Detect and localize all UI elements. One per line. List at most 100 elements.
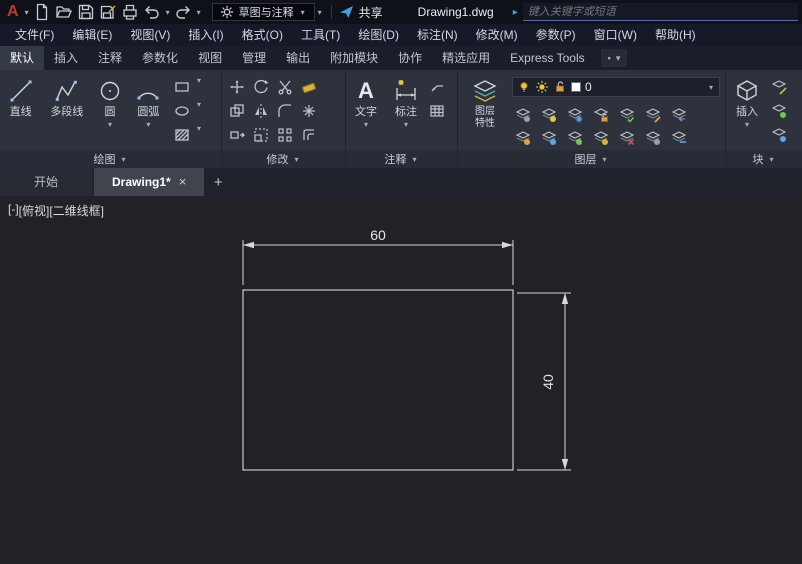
menu-file[interactable]: 文件(F) — [6, 24, 63, 46]
width-dimension[interactable]: 60 — [242, 227, 514, 285]
circle-tool[interactable]: 圆 ▾ — [92, 70, 127, 150]
menu-tools[interactable]: 工具(T) — [292, 24, 349, 46]
ribbon-tab-view[interactable]: 视图 — [188, 46, 232, 70]
layer-fade-icon[interactable] — [668, 127, 690, 149]
block-attribute-icon[interactable] — [768, 124, 790, 146]
ribbon-tab-parametric[interactable]: 参数化 — [132, 46, 188, 70]
start-tab[interactable]: 开始 — [0, 168, 93, 196]
rectangle-caret-icon[interactable]: ▾ — [195, 76, 219, 100]
layer-merge-icon[interactable] — [590, 127, 612, 149]
ribbon-tab-express[interactable]: Express Tools — [500, 46, 594, 70]
layer-freeze-icon[interactable] — [564, 104, 586, 126]
layer-select-dropdown[interactable]: 0 ▾ — [512, 77, 720, 97]
insert-block-tool[interactable]: 插入 ▾ — [726, 70, 768, 150]
rotate-icon[interactable] — [250, 76, 272, 98]
menu-dimension[interactable]: 标注(N) — [408, 24, 467, 46]
block-define-icon[interactable] — [768, 100, 790, 122]
offset-icon[interactable] — [298, 124, 320, 146]
search-arrow-icon[interactable]: ▸ — [513, 7, 518, 18]
close-tab-icon[interactable]: × — [179, 168, 187, 196]
save-as-button[interactable] — [98, 2, 119, 22]
text-tool[interactable]: A 文字 ▾ — [346, 70, 386, 150]
layer-unlock-icon[interactable] — [512, 127, 534, 149]
fillet-icon[interactable] — [274, 100, 296, 122]
stretch-icon[interactable] — [226, 124, 248, 146]
layer-off-icon[interactable] — [512, 104, 534, 126]
mirror-icon[interactable] — [250, 100, 272, 122]
layer-isolate-icon[interactable] — [538, 104, 560, 126]
model-space-drawing[interactable]: 60 40 — [0, 196, 802, 564]
menu-format[interactable]: 格式(O) — [233, 24, 292, 46]
layer-thaw-icon[interactable] — [564, 127, 586, 149]
ribbon-tab-output[interactable]: 输出 — [276, 46, 320, 70]
rectangle-tool-icon[interactable] — [171, 76, 193, 98]
scale-icon[interactable] — [250, 124, 272, 146]
menu-drawing[interactable]: 绘图(D) — [349, 24, 408, 46]
annotation-panel-label[interactable]: 注释 ▾ — [346, 150, 457, 168]
qat-customize-caret-icon[interactable]: ▾ — [316, 8, 324, 17]
search-input[interactable] — [522, 3, 798, 21]
layers-panel-label[interactable]: 图层 ▾ — [458, 150, 725, 168]
table-icon[interactable] — [426, 100, 448, 122]
layer-delete-icon[interactable] — [616, 127, 638, 149]
ribbon-tab-insert[interactable]: 插入 — [44, 46, 88, 70]
line-tool[interactable]: 直线 — [0, 70, 41, 150]
layer-current-icon[interactable] — [616, 104, 638, 126]
drawing-canvas[interactable]: [-] [俯视] [二维线框] 60 40 — [0, 196, 802, 564]
modify-panel-label[interactable]: 修改 ▾ — [222, 150, 345, 168]
hatch-caret-icon[interactable]: ▾ — [195, 124, 219, 148]
menu-view[interactable]: 视图(V) — [121, 24, 179, 46]
explode-icon[interactable] — [298, 100, 320, 122]
leader-icon[interactable] — [426, 76, 448, 98]
new-file-button[interactable] — [32, 2, 53, 22]
trim-icon[interactable] — [274, 76, 296, 98]
share-button[interactable]: 共享 — [339, 4, 383, 21]
redo-button[interactable] — [173, 2, 194, 22]
plot-button[interactable] — [120, 2, 141, 22]
block-panel-label[interactable]: 块 ▾ — [726, 150, 802, 168]
layer-walk-icon[interactable] — [538, 127, 560, 149]
ellipse-caret-icon[interactable]: ▾ — [195, 100, 219, 124]
ribbon-tab-manage[interactable]: 管理 — [232, 46, 276, 70]
polyline-tool[interactable]: 多段线 — [41, 70, 92, 150]
layer-properties-button[interactable]: 图层 特性 — [460, 70, 510, 129]
menu-edit[interactable]: 编辑(E) — [63, 24, 121, 46]
ellipse-tool-icon[interactable] — [171, 100, 193, 122]
ribbon-tab-collaborate[interactable]: 协作 — [388, 46, 432, 70]
height-dimension[interactable]: 40 — [517, 292, 571, 471]
menu-help[interactable]: 帮助(H) — [646, 24, 705, 46]
menu-parametric[interactable]: 参数(P) — [527, 24, 585, 46]
menu-modify[interactable]: 修改(M) — [467, 24, 527, 46]
arc-tool[interactable]: 圆弧 ▾ — [128, 70, 169, 150]
rectangle-entity[interactable] — [242, 289, 514, 471]
app-logo[interactable]: A — [4, 0, 22, 24]
array-icon[interactable] — [274, 124, 296, 146]
redo-caret-icon[interactable]: ▾ — [195, 8, 203, 17]
draw-panel-label[interactable]: 绘图 ▾ — [0, 150, 221, 168]
menu-window[interactable]: 窗口(W) — [585, 24, 646, 46]
erase-icon[interactable] — [298, 76, 320, 98]
save-button[interactable] — [76, 2, 97, 22]
layer-lock-tool-icon[interactable] — [590, 104, 612, 126]
copy-icon[interactable] — [226, 100, 248, 122]
app-menu-caret-icon[interactable]: ▾ — [23, 8, 31, 17]
workspace-switcher[interactable]: 草图与注释 ▾ — [211, 3, 315, 21]
ribbon-tab-annotate[interactable]: 注释 — [88, 46, 132, 70]
hatch-tool-icon[interactable] — [171, 124, 193, 146]
new-drawing-tab-button[interactable]: + — [206, 168, 230, 196]
undo-caret-icon[interactable]: ▾ — [164, 8, 172, 17]
layer-state-icon[interactable] — [642, 127, 664, 149]
layer-previous-icon[interactable] — [668, 104, 690, 126]
layer-match-icon[interactable] — [642, 104, 664, 126]
move-icon[interactable] — [226, 76, 248, 98]
dimension-tool[interactable]: 标注 ▾ — [386, 70, 426, 150]
menu-insert[interactable]: 插入(I) — [179, 24, 232, 46]
ribbon-tab-addins[interactable]: 附加模块 — [320, 46, 388, 70]
drawing1-tab[interactable]: Drawing1* × — [94, 168, 205, 196]
ribbon-display-toggle[interactable]: ▪ ▾ — [600, 49, 628, 67]
undo-button[interactable] — [142, 2, 163, 22]
block-edit-icon[interactable] — [768, 76, 790, 98]
open-file-button[interactable] — [54, 2, 75, 22]
ribbon-tab-featured[interactable]: 精选应用 — [432, 46, 500, 70]
ribbon-tab-home[interactable]: 默认 — [0, 46, 45, 70]
